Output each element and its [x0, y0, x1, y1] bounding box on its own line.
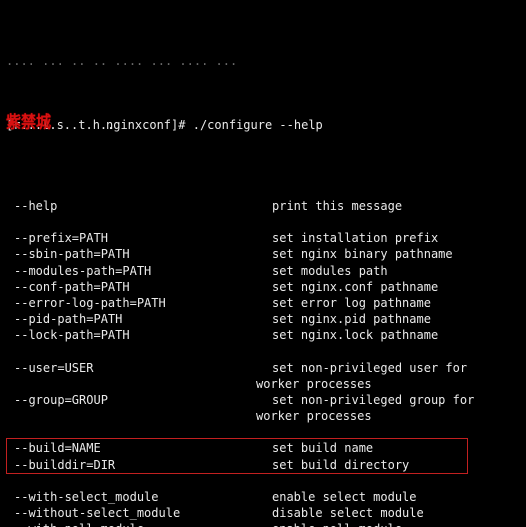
help-row: --builddir=DIRset build directory: [6, 457, 520, 473]
blank-line: [6, 424, 520, 440]
terminal-output: .... ... .. .. .... ... .... ... [r...l.…: [0, 0, 526, 527]
option-description: set nginx.pid pathname: [272, 311, 520, 327]
option-flag: --conf-path=PATH: [6, 279, 272, 295]
option-description: set nginx.lock pathname: [272, 327, 520, 343]
option-description: set nginx binary pathname: [272, 246, 520, 262]
option-description: set build name: [272, 440, 520, 456]
obscured-line: .... ... .. .. .... ... .... ...: [6, 53, 520, 69]
help-row: --conf-path=PATHset nginx.conf pathname: [6, 279, 520, 295]
option-description: set nginx.conf pathname: [272, 279, 520, 295]
watermark-icon: 紫禁城: [6, 112, 51, 134]
option-description: set non-privileged user for: [272, 360, 520, 376]
help-row: --pid-path=PATHset nginx.pid pathname: [6, 311, 520, 327]
option-description-cont: worker processes: [6, 408, 520, 424]
option-description: set error log pathname: [272, 295, 520, 311]
blank-line: [6, 182, 520, 198]
redaction-stamp: [r...l.s..t.h.. 紫禁城: [6, 117, 102, 131]
help-row: --user=USERset non-privileged user for: [6, 360, 520, 376]
option-description: set build directory: [272, 457, 520, 473]
help-row: --helpprint this message: [6, 198, 520, 214]
option-flag: --user=USER: [6, 360, 272, 376]
option-flag: --lock-path=PATH: [6, 327, 272, 343]
option-description: enable select module: [272, 489, 520, 505]
option-flag: --pid-path=PATH: [6, 311, 272, 327]
blank-line: [6, 344, 520, 360]
option-description: set non-privileged group for: [272, 392, 520, 408]
option-description: enable poll module: [272, 521, 520, 527]
option-flag: --error-log-path=PATH: [6, 295, 272, 311]
help-row: --group=GROUPset non-privileged group fo…: [6, 392, 520, 408]
prompt-dir: nginxconf: [106, 117, 171, 133]
option-flag: --help: [6, 198, 272, 214]
option-description: set installation prefix: [272, 230, 520, 246]
option-flag: --group=GROUP: [6, 392, 272, 408]
help-row: --build=NAMEset build name: [6, 440, 520, 456]
help-row: --modules-path=PATHset modules path: [6, 263, 520, 279]
prompt-line: [r...l.s..t.h.. 紫禁城 nginxconf ]# ./confi…: [6, 117, 520, 133]
option-flag: --without-select_module: [6, 505, 272, 521]
help-row: --without-select_moduledisable select mo…: [6, 505, 520, 521]
help-row: --error-log-path=PATHset error log pathn…: [6, 295, 520, 311]
option-flag: --sbin-path=PATH: [6, 246, 272, 262]
help-row: --with-select_moduleenable select module: [6, 489, 520, 505]
option-flag: --build=NAME: [6, 440, 272, 456]
option-flag: --with-poll_module: [6, 521, 272, 527]
option-flag: --prefix=PATH: [6, 230, 272, 246]
prompt-tail: ]#: [171, 117, 193, 133]
command-text: ./configure --help: [193, 117, 323, 133]
help-row: --with-poll_moduleenable poll module: [6, 521, 520, 527]
help-row: --sbin-path=PATHset nginx binary pathnam…: [6, 246, 520, 262]
option-flag: --builddir=DIR: [6, 457, 272, 473]
blank-line: [6, 473, 520, 489]
option-description: set modules path: [272, 263, 520, 279]
help-row: --prefix=PATHset installation prefix: [6, 230, 520, 246]
option-description: disable select module: [272, 505, 520, 521]
option-description-cont: worker processes: [6, 376, 520, 392]
blank-line: [6, 214, 520, 230]
help-row: --lock-path=PATHset nginx.lock pathname: [6, 327, 520, 343]
option-description: print this message: [272, 198, 520, 214]
option-flag: --modules-path=PATH: [6, 263, 272, 279]
option-flag: --with-select_module: [6, 489, 272, 505]
